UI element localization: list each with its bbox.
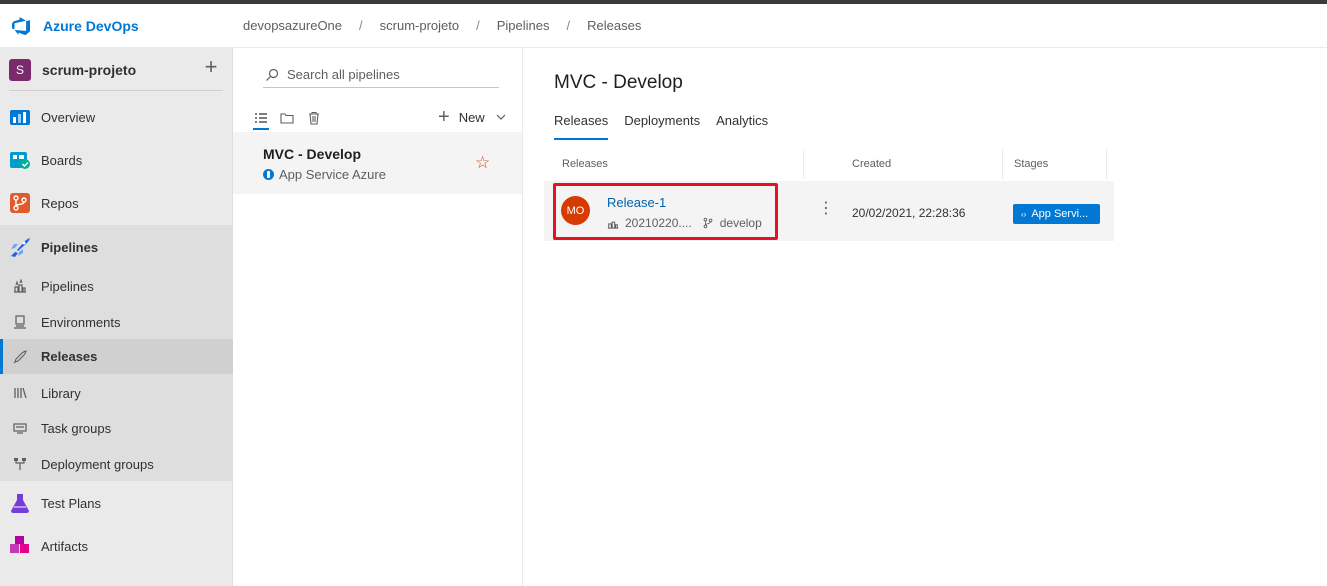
nav-label: Task groups — [41, 420, 112, 436]
stage-badge[interactable]: ‹› App Servi... — [1013, 204, 1100, 224]
tab-releases[interactable]: Releases — [554, 113, 609, 140]
test-plans-icon — [9, 492, 31, 514]
tab-deployments[interactable]: Deployments — [624, 113, 700, 140]
pipelines-sub-icon — [12, 278, 28, 294]
add-icon[interactable]: + — [200, 56, 222, 80]
pipelines-list-pane: + New MVC - Develop App Service Azure ☆ — [233, 48, 523, 586]
nav-label: Pipelines — [41, 278, 94, 294]
nav-label: Deployment groups — [41, 456, 154, 472]
brand[interactable]: Azure DevOps — [0, 16, 233, 36]
delete-icon[interactable] — [306, 110, 322, 126]
active-view-indicator — [253, 128, 269, 130]
nav-item-overview[interactable]: Overview — [0, 105, 233, 129]
task-groups-icon — [12, 420, 28, 436]
column-header-created: Created — [852, 158, 892, 170]
app-service-icon — [263, 169, 274, 180]
highlight-annotation — [553, 183, 778, 240]
breadcrumb-separator: / — [476, 18, 480, 33]
artifacts-icon — [9, 535, 31, 557]
pipeline-subtitle: App Service Azure — [279, 167, 386, 182]
library-icon — [12, 385, 28, 401]
tab-bar: Releases Deployments Analytics — [554, 113, 784, 140]
nav-label: Pipelines — [41, 239, 99, 255]
nav-subitem-deployment-groups[interactable]: Deployment groups — [0, 454, 233, 474]
nav-item-pipelines[interactable]: Pipelines — [0, 235, 233, 259]
pipeline-list-item[interactable]: MVC - Develop App Service Azure ☆ — [233, 132, 522, 194]
main-content: MVC - Develop Releases Deployments Analy… — [524, 48, 1327, 586]
nav-label: Overview — [41, 109, 96, 125]
nav-label: Artifacts — [41, 538, 88, 554]
nav-item-test-plans[interactable]: Test Plans — [0, 491, 233, 515]
search-input[interactable] — [287, 67, 487, 82]
stage-label: App Servi... — [1031, 208, 1089, 220]
nav-label: Test Plans — [41, 495, 101, 511]
tab-analytics[interactable]: Analytics — [716, 113, 768, 140]
breadcrumb-pipelines[interactable]: Pipelines — [497, 18, 550, 33]
stage-status-icon: ‹› — [1021, 209, 1027, 219]
breadcrumb-organization[interactable]: devopsazureOne — [243, 18, 342, 33]
nav-subitem-releases[interactable]: Releases — [0, 339, 233, 374]
top-header: Azure DevOps devopsazureOne / scrum-proj… — [0, 4, 1327, 48]
nav-subitem-library[interactable]: Library — [0, 383, 233, 403]
folder-view-icon[interactable] — [279, 110, 295, 126]
nav-label: Boards — [41, 152, 83, 168]
repos-icon — [9, 192, 31, 214]
breadcrumb: devopsazureOne / scrum-projeto / Pipelin… — [233, 18, 641, 33]
breadcrumb-separator: / — [359, 18, 363, 33]
brand-label: Azure DevOps — [43, 17, 139, 34]
pipeline-title: MVC - Develop — [263, 146, 362, 162]
column-header-stages: Stages — [1014, 158, 1049, 170]
search-icon — [266, 68, 279, 81]
column-divider — [1002, 149, 1003, 179]
divider — [9, 90, 223, 91]
project-header[interactable]: S scrum-projeto + — [0, 48, 233, 94]
chevron-down-icon — [496, 114, 506, 120]
search-box[interactable] — [263, 62, 499, 88]
new-label: New — [458, 109, 485, 125]
azure-devops-logo-icon — [12, 16, 30, 35]
column-header-releases: Releases — [562, 158, 608, 170]
nav-item-repos[interactable]: Repos — [0, 191, 233, 215]
nav-item-boards[interactable]: Boards — [0, 148, 233, 172]
page-title: MVC - Develop — [554, 72, 683, 93]
left-navigation: S scrum-projeto + Overview Boards Repos … — [0, 48, 233, 586]
release-created: 20/02/2021, 22:28:36 — [852, 206, 966, 220]
nav-label: Repos — [41, 195, 79, 211]
overview-icon — [9, 106, 31, 128]
environments-icon — [12, 314, 28, 330]
breadcrumb-releases[interactable]: Releases — [587, 18, 641, 33]
nav-subitem-pipelines[interactable]: Pipelines — [0, 276, 233, 296]
rocket-icon — [12, 349, 28, 365]
column-divider — [803, 149, 804, 179]
project-avatar: S — [9, 59, 31, 81]
more-actions-icon[interactable]: ⋮ — [818, 201, 834, 217]
selection-indicator — [0, 339, 3, 374]
boards-icon — [9, 149, 31, 171]
nav-label: Releases — [41, 349, 98, 364]
pipelines-icon — [9, 236, 31, 258]
nav-label: Library — [41, 385, 81, 401]
nav-item-artifacts[interactable]: Artifacts — [0, 534, 233, 558]
nav-subitem-task-groups[interactable]: Task groups — [0, 418, 233, 438]
nav-label: Environments — [41, 314, 121, 330]
new-button[interactable]: + New — [438, 106, 507, 128]
favorite-star-icon[interactable]: ☆ — [475, 153, 490, 173]
column-divider — [1106, 149, 1107, 179]
list-view-icon[interactable] — [253, 110, 269, 126]
plus-icon: + — [438, 106, 450, 128]
pipelines-toolbar: + New — [233, 106, 523, 130]
breadcrumb-project[interactable]: scrum-projeto — [380, 18, 459, 33]
breadcrumb-separator: / — [566, 18, 571, 33]
nav-subitem-environments[interactable]: Environments — [0, 312, 233, 332]
deployment-groups-icon — [12, 456, 28, 472]
project-name: scrum-projeto — [42, 62, 137, 78]
pipeline-subtitle-row: App Service Azure — [263, 167, 386, 182]
